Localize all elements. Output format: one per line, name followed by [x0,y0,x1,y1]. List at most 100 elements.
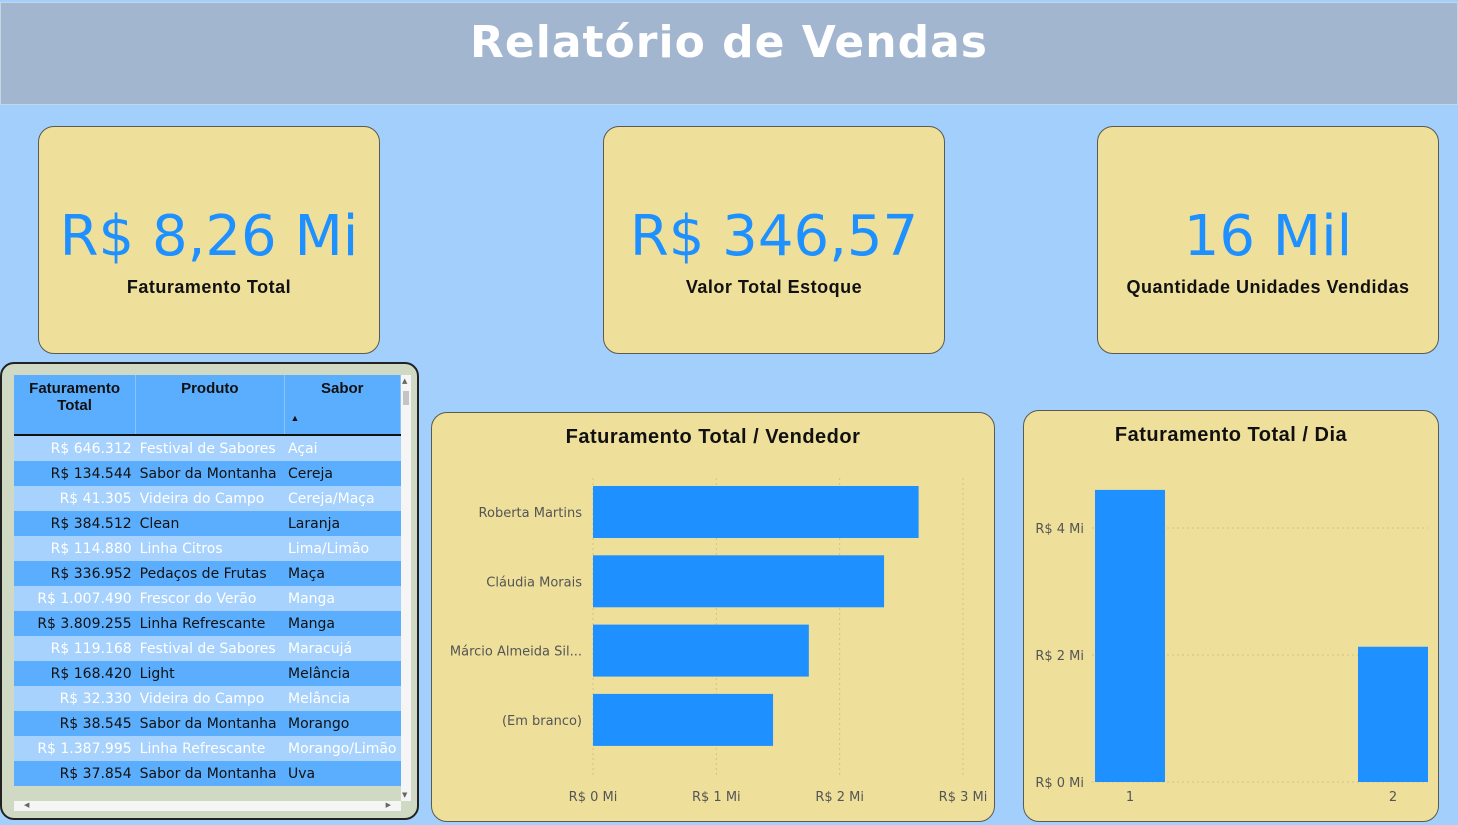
cell-faturamento: R$ 119.168 [14,636,136,661]
cell-sabor: Laranja [284,511,401,536]
cell-sabor: Uva [284,761,401,786]
y-tick-label: R$ 2 Mi [1035,649,1084,664]
y-category-label: Cláudia Morais [486,575,582,590]
kpi-value: R$ 346,57 [629,204,919,269]
table-row[interactable]: R$ 38.545 Sabor da Montanha Morango [14,711,401,736]
cell-produto: Linha Refrescante [135,611,284,636]
bar [1095,489,1165,782]
cell-sabor: Cereja/Maça [284,486,401,511]
bar [593,486,919,538]
column-header-faturamento[interactable]: Faturamento Total [14,375,137,436]
cell-faturamento: R$ 336.952 [14,561,136,586]
vertical-scrollbar[interactable]: ▲ ▼ [401,375,411,801]
cell-produto: Clean [135,511,284,536]
cell-sabor: Açai [284,435,401,461]
kpi-value: R$ 8,26 Mi [59,204,359,269]
cell-faturamento: R$ 114.880 [14,536,136,561]
cell-sabor: Morango [284,711,401,736]
cell-produto: Frescor do Verão [135,586,284,611]
kpi-card-unidades[interactable]: 16 Mil Quantidade Unidades Vendidas [1097,126,1439,354]
y-category-label: Roberta Martins [479,506,583,521]
cell-faturamento: R$ 38.545 [14,711,136,736]
cell-produto: Pedaços de Frutas [135,561,284,586]
cell-sabor: Cereja [284,461,401,486]
kpi-card-estoque[interactable]: R$ 346,57 Valor Total Estoque [603,126,945,354]
cell-faturamento: R$ 1.387.995 [14,736,136,761]
table-row[interactable]: R$ 32.330 Videira do Campo Melância [14,686,401,711]
cell-faturamento: R$ 3.809.255 [14,611,136,636]
table-row[interactable]: R$ 646.312 Festival de Sabores Açai [14,435,401,461]
sales-table: Faturamento Total Produto Sabor ▲ R$ 646… [14,375,401,786]
scroll-up-icon[interactable]: ▲ [402,377,407,385]
scroll-down-icon[interactable]: ▼ [402,791,407,799]
report-header: Relatório de Vendas [0,2,1458,105]
cell-produto: Festival de Sabores [135,636,284,661]
cell-produto: Light [135,661,284,686]
bar [593,693,774,746]
table-row[interactable]: R$ 384.512 Clean Laranja [14,511,401,536]
kpi-label: Valor Total Estoque [685,277,863,297]
kpi-label: Quantidade Unidades Vendidas [1126,277,1410,297]
cell-produto: Sabor da Montanha [135,761,284,786]
page-title: Relatório de Vendas [470,17,988,68]
table-row[interactable]: R$ 41.305 Videira do Campo Cereja/Maça [14,486,401,511]
cell-faturamento: R$ 37.854 [14,761,136,786]
column-header-sabor[interactable]: Sabor ▲ [284,375,401,436]
cell-sabor: Maça [284,561,401,586]
bar [593,624,809,677]
bar [1358,646,1428,782]
sort-ascending-icon[interactable]: ▲ [291,413,300,423]
chart-faturamento-vendedor-svg: R$ 0 Mi R$ 1 Mi R$ 2 Mi R$ 3 Mi Roberta Mart… [450,478,988,805]
cell-produto: Linha Citros [135,536,284,561]
chart-faturamento-vendedor[interactable]: Faturamento Total / Vendedor R$ 0 Mi R$ 1… [431,412,995,822]
horizontal-scrollbar[interactable]: ◀ ▶ [14,801,401,811]
y-category-label: Márcio Almeida Sil... [450,645,582,660]
kpi-card-faturamento[interactable]: R$ 8,26 Mi Faturamento Total [38,126,380,354]
cell-produto: Videira do Campo [135,686,284,711]
table-row[interactable]: R$ 1.007.490 Frescor do Verão Manga [14,586,401,611]
cell-faturamento: R$ 41.305 [14,486,136,511]
table-row[interactable]: R$ 119.168 Festival de Sabores Maracujá [14,636,401,661]
cell-produto: Festival de Sabores [135,435,284,461]
cell-produto: Sabor da Montanha [135,461,284,486]
cell-sabor: Melância [284,661,401,686]
cell-produto: Linha Refrescante [135,736,284,761]
kpi-value: 16 Mil [1183,204,1353,269]
cell-sabor: Manga [284,611,401,636]
x-tick-label: R$ 3 Mi [939,790,988,805]
x-category-label: 2 [1389,790,1397,805]
cell-faturamento: R$ 168.420 [14,661,136,686]
table-row[interactable]: R$ 37.854 Sabor da Montanha Uva [14,761,401,786]
scroll-left-icon[interactable]: ◀ [24,801,29,809]
chart-faturamento-dia[interactable]: Faturamento Total / Dia R$ 0 Mi R$ 2 Mi R$… [1023,410,1439,822]
cell-faturamento: R$ 32.330 [14,686,136,711]
table-row[interactable]: R$ 336.952 Pedaços de Frutas Maça [14,561,401,586]
scroll-right-icon[interactable]: ▶ [386,801,391,809]
bar [593,555,885,608]
table-row[interactable]: R$ 114.880 Linha Citros Lima/Limão [14,536,401,561]
y-tick-label: R$ 4 Mi [1035,522,1084,537]
cell-sabor: Maracujá [284,636,401,661]
cell-faturamento: R$ 134.544 [14,461,136,486]
table-header-row: Faturamento Total Produto Sabor ▲ [14,375,401,436]
x-tick-label: R$ 0 Mi [569,790,618,805]
cell-produto: Sabor da Montanha [135,711,284,736]
table-row[interactable]: R$ 1.387.995 Linha Refrescante Morango/Lim… [14,736,401,761]
x-tick-label: R$ 1 Mi [692,790,741,805]
scrollbar-thumb[interactable] [403,391,409,405]
column-header-produto[interactable]: Produto [135,375,285,436]
kpi-label: Faturamento Total [126,277,292,297]
cell-faturamento: R$ 646.312 [14,435,136,461]
cell-sabor: Melância [284,686,401,711]
x-category-label: 1 [1126,790,1134,805]
table-row[interactable]: R$ 168.420 Light Melância [14,661,401,686]
sales-table-visual[interactable]: Faturamento Total Produto Sabor ▲ R$ 646… [0,362,419,820]
cell-sabor: Morango/Limão [284,736,401,761]
cell-produto: Videira do Campo [135,486,284,511]
table-row[interactable]: R$ 3.809.255 Linha Refrescante Manga [14,611,401,636]
cell-faturamento: R$ 384.512 [14,511,136,536]
cell-sabor: Lima/Limão [284,536,401,561]
chart-faturamento-dia-svg: R$ 0 Mi R$ 2 Mi R$ 4 Mi 1 2 [1035,489,1428,805]
x-tick-label: R$ 2 Mi [815,790,864,805]
table-row[interactable]: R$ 134.544 Sabor da Montanha Cereja [14,461,401,486]
